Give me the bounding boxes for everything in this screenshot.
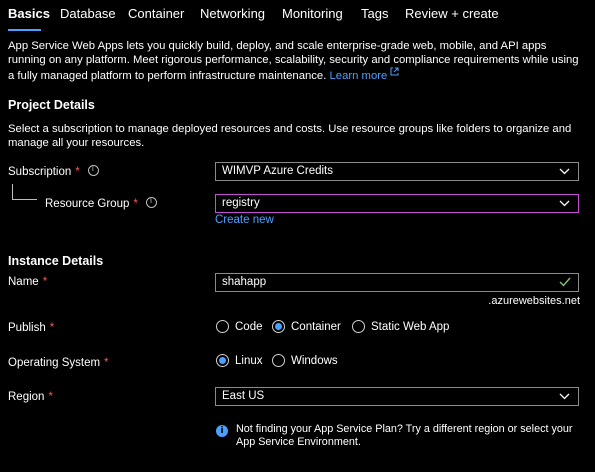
- radio-button[interactable]: [272, 354, 285, 367]
- info-icon[interactable]: [87, 164, 99, 176]
- radio-button-selected[interactable]: [272, 320, 285, 333]
- required-marker: *: [104, 357, 109, 369]
- info-circle-icon: i: [216, 425, 228, 437]
- domain-suffix: .azurewebsites.net: [488, 295, 580, 307]
- name-label: Name *: [8, 276, 48, 288]
- learn-more-link[interactable]: Learn more: [330, 67, 400, 82]
- tab-tags[interactable]: Tags: [361, 6, 388, 21]
- name-input[interactable]: shahapp: [215, 273, 579, 292]
- radio-button-selected[interactable]: [216, 354, 229, 367]
- operating-system-label: Operating System *: [8, 357, 109, 369]
- radio-button[interactable]: [216, 320, 229, 333]
- tab-database[interactable]: Database: [60, 6, 116, 21]
- resource-group-select[interactable]: registry: [215, 194, 579, 213]
- tab-monitoring[interactable]: Monitoring: [282, 6, 343, 21]
- required-marker: *: [75, 166, 80, 178]
- radio-button[interactable]: [352, 320, 365, 333]
- tab-review-create[interactable]: Review + create: [405, 6, 499, 21]
- os-option-windows[interactable]: Windows: [272, 354, 338, 367]
- tree-connector-vertical: [12, 184, 13, 199]
- intro-text: App Service Web Apps lets you quickly bu…: [8, 40, 579, 82]
- tab-networking[interactable]: Networking: [200, 6, 265, 21]
- publish-option-static-web-app[interactable]: Static Web App: [352, 320, 449, 333]
- tree-connector-horizontal: [12, 199, 37, 200]
- publish-label: Publish *: [8, 322, 55, 334]
- os-option-linux[interactable]: Linux: [216, 354, 263, 367]
- required-marker: *: [133, 198, 138, 210]
- instance-details-heading: Instance Details: [8, 254, 104, 268]
- create-new-link[interactable]: Create new: [215, 214, 274, 226]
- required-marker: *: [42, 276, 48, 288]
- intro-description: App Service Web Apps lets you quickly bu…: [8, 39, 586, 83]
- required-marker: *: [48, 391, 53, 403]
- tab-basics[interactable]: Basics: [8, 6, 50, 21]
- subscription-select[interactable]: WIMVP Azure Credits: [215, 162, 579, 181]
- publish-option-code[interactable]: Code: [216, 320, 263, 333]
- active-tab-indicator: [8, 29, 41, 31]
- resource-group-label: Resource Group *: [45, 196, 157, 210]
- chevron-down-icon: [559, 393, 570, 400]
- required-marker: *: [49, 322, 55, 334]
- chevron-down-icon: [559, 200, 570, 207]
- region-info-note: Not finding your App Service Plan? Try a…: [236, 423, 573, 448]
- publish-option-container[interactable]: Container: [272, 320, 341, 333]
- project-details-heading: Project Details: [8, 98, 95, 112]
- checkmark-icon: [559, 277, 571, 287]
- subscription-label: Subscription *: [8, 164, 99, 178]
- region-select[interactable]: East US: [215, 387, 579, 406]
- tab-container[interactable]: Container: [128, 6, 184, 21]
- chevron-down-icon: [559, 168, 570, 175]
- external-link-icon: [390, 67, 399, 76]
- region-label: Region *: [8, 391, 53, 403]
- project-details-description: Select a subscription to manage deployed…: [8, 123, 572, 149]
- info-icon[interactable]: [145, 196, 157, 208]
